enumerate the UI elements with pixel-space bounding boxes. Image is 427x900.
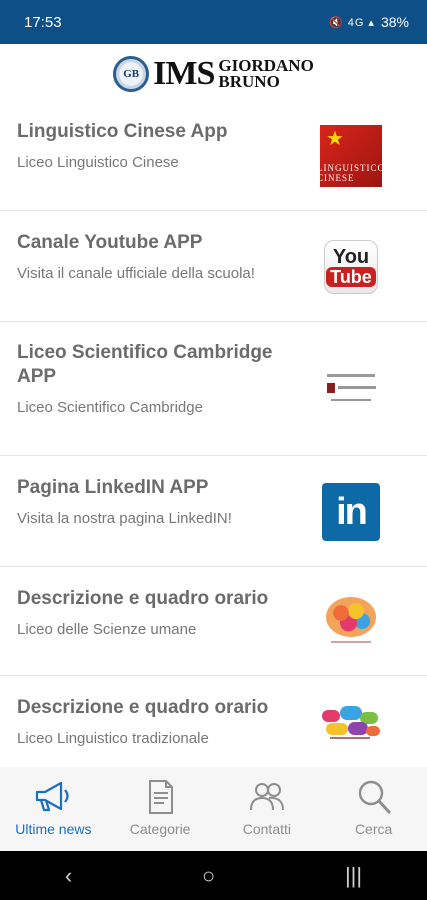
item-text: Linguistico Cinese App Liceo Linguistico…: [17, 120, 287, 171]
list-item-cambridge[interactable]: Liceo Scientifico Cambridge APP Liceo Sc…: [0, 322, 427, 456]
signal-icons: 🔇 4G ▴: [328, 16, 375, 29]
list-item-youtube[interactable]: Canale Youtube APP Visita il canale uffi…: [0, 211, 427, 322]
nav-label: Contatti: [242, 821, 291, 837]
youtube-logo-icon: You Tube: [324, 240, 378, 294]
logo-name-line2: BRUNO: [218, 72, 280, 91]
linkedin-thumbnail: in: [320, 481, 382, 543]
list-item-scienze-umane[interactable]: Descrizione e quadro orario Liceo delle …: [0, 567, 427, 676]
item-subtitle: Liceo delle Scienze umane: [17, 621, 197, 638]
home-icon[interactable]: ○: [202, 863, 215, 889]
linkedin-logo-icon: in: [322, 483, 380, 541]
thumbnail-caption: LINGUISTICO CINESE: [317, 163, 385, 183]
item-subtitle: Liceo Linguistico tradizionale: [17, 730, 209, 747]
divider: [331, 398, 371, 401]
item-title: Linguistico Cinese App: [17, 121, 228, 142]
logo-name: GIORDANO BRUNO: [218, 57, 313, 91]
megaphone-icon: [36, 781, 69, 812]
nav-cerca[interactable]: Cerca: [324, 779, 424, 837]
item-title: Pagina LinkedIN APP: [17, 477, 209, 498]
people-icon: [249, 783, 284, 811]
nav-label: Ultime news: [15, 821, 92, 837]
document-icon: [149, 780, 174, 814]
item-text: Descrizione e quadro orario Liceo Lingui…: [17, 696, 287, 747]
item-subtitle: Visita la nostra pagina LinkedIN!: [17, 510, 232, 527]
school-logo: GB IMS GIORDANO BRUNO: [113, 56, 314, 92]
nav-label: Categorie: [129, 821, 191, 837]
item-text: Liceo Scientifico Cambridge APP Liceo Sc…: [17, 341, 287, 416]
recents-icon[interactable]: |||: [345, 863, 362, 889]
speech-bubbles-icon: [320, 706, 382, 752]
status-right: 🔇 4G ▴ 38%: [329, 14, 409, 30]
language-cloud-thumbnail: [320, 698, 382, 760]
cambridge-shield-icon: [326, 382, 335, 393]
cambridge-thumbnail: [320, 356, 382, 418]
item-title: Descrizione e quadro orario: [17, 588, 269, 609]
item-text: Pagina LinkedIN APP Visita la nostra pag…: [17, 476, 287, 527]
cambridge-row: [326, 382, 376, 393]
brain-thumbnail: [320, 589, 382, 651]
logo-badge-icon: GB: [113, 56, 150, 92]
item-text: Descrizione e quadro orario Liceo delle …: [17, 587, 287, 638]
nav-categorie[interactable]: Categorie: [110, 779, 210, 837]
logo-ims: IMS: [153, 55, 215, 92]
divider: [327, 373, 375, 377]
list-item-linkedin[interactable]: Pagina LinkedIN APP Visita la nostra pag…: [0, 456, 427, 567]
divider: [331, 641, 371, 643]
list-item-linguistico-cinese[interactable]: Linguistico Cinese App Liceo Linguistico…: [0, 104, 427, 211]
youtube-thumbnail: You Tube: [320, 236, 382, 298]
bottom-navigation: Ultime news Categorie Contatti Cerca: [0, 767, 427, 851]
status-bar: 17:53 🔇 4G ▴ 38%: [0, 0, 427, 44]
system-navigation-bar: ‹ ○ |||: [0, 851, 427, 900]
nav-ultime-news[interactable]: Ultime news: [3, 779, 103, 837]
star-icon: ★: [326, 128, 344, 150]
battery-level: 38%: [380, 14, 409, 30]
search-icon: [358, 780, 391, 814]
item-title: Liceo Scientifico Cambridge APP: [17, 342, 273, 387]
item-title: Descrizione e quadro orario: [17, 697, 269, 718]
list-item-linguistico-tradizionale[interactable]: Descrizione e quadro orario Liceo Lingui…: [0, 676, 427, 770]
youtube-you: You: [332, 246, 370, 268]
item-subtitle: Liceo Linguistico Cinese: [17, 154, 179, 171]
status-time: 17:53: [24, 13, 62, 31]
item-text: Canale Youtube APP Visita il canale uffi…: [17, 231, 287, 282]
news-list: Linguistico Cinese App Liceo Linguistico…: [0, 104, 427, 770]
nav-label: Cerca: [354, 821, 393, 837]
china-flag-thumbnail: ★ LINGUISTICO CINESE: [317, 125, 385, 187]
item-title: Canale Youtube APP: [17, 232, 203, 253]
back-icon[interactable]: ‹: [65, 863, 72, 889]
youtube-tube: Tube: [326, 267, 376, 287]
item-subtitle: Liceo Scientifico Cambridge: [17, 399, 203, 416]
divider: [337, 386, 376, 389]
brain-icon: [326, 597, 376, 637]
app-header: GB IMS GIORDANO BRUNO: [0, 44, 427, 104]
nav-contatti[interactable]: Contatti: [217, 779, 317, 837]
item-subtitle: Visita il canale ufficiale della scuola!: [17, 265, 255, 282]
